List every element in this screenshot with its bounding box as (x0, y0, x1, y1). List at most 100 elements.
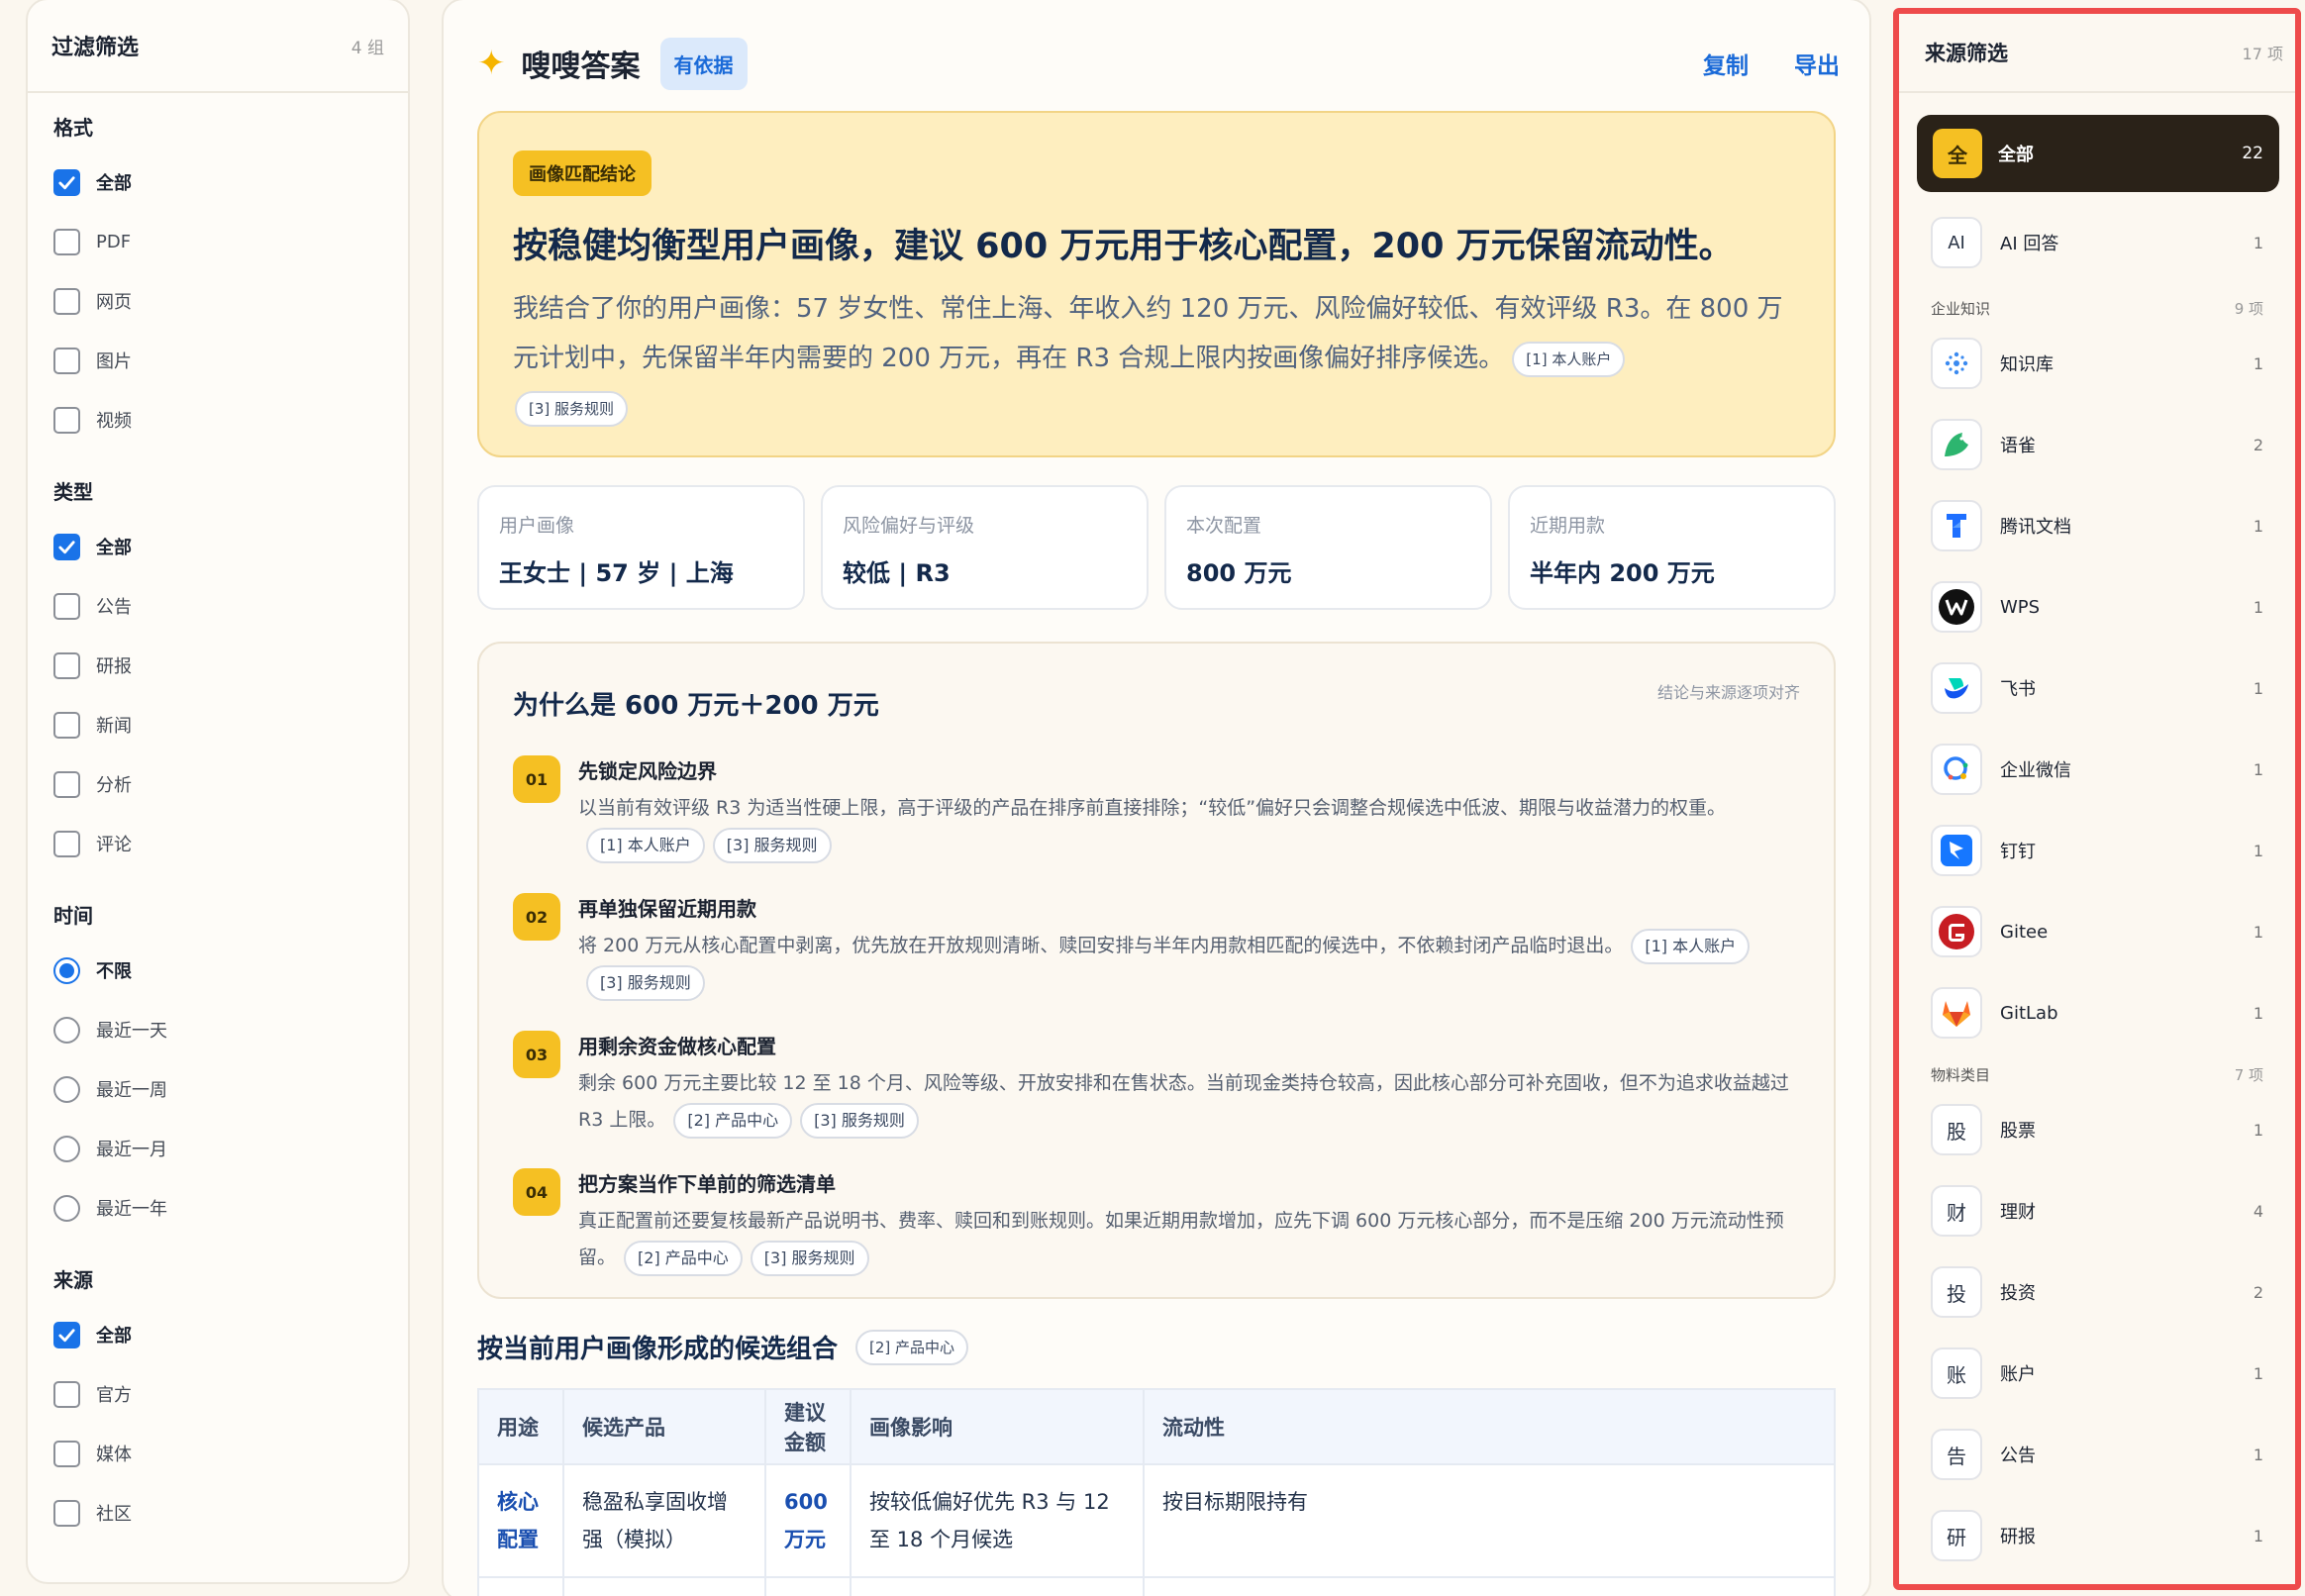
source-item[interactable]: 飞书 1 (1899, 648, 2295, 729)
checkbox[interactable] (53, 651, 80, 679)
source-item-all[interactable]: 全 全部 22 (1917, 115, 2279, 192)
source-item[interactable]: WPS 1 (1899, 566, 2295, 648)
checkbox[interactable] (53, 770, 80, 798)
citation-chip[interactable]: [3] 服务规则 (586, 964, 705, 1001)
filter-option[interactable]: 媒体 (53, 1424, 408, 1483)
reasoning-title: 为什么是 600 万元＋200 万元 (513, 691, 879, 721)
profile-card-value: 王女士 | 57 岁 | 上海 (499, 559, 734, 587)
radio-button[interactable] (53, 956, 80, 984)
source-item[interactable]: 投投资 2 (1899, 1251, 2295, 1333)
filter-option-label: 媒体 (96, 1445, 132, 1465)
source-item[interactable]: 股股票 1 (1899, 1089, 2295, 1170)
filter-option[interactable]: 不限 (53, 941, 408, 1000)
source-item[interactable]: 腾讯文档 1 (1899, 485, 2295, 566)
filter-option[interactable]: 全部 (53, 1305, 408, 1364)
filter-option[interactable]: 分析 (53, 754, 408, 814)
radio-button[interactable] (53, 1194, 80, 1222)
citation-chip[interactable]: [3] 服务规则 (515, 390, 629, 427)
source-item[interactable]: 钉钉 1 (1899, 810, 2295, 891)
filter-option[interactable]: 视频 (53, 390, 408, 449)
source-item[interactable]: 告公告 1 (1899, 1414, 2295, 1495)
radio-button[interactable] (53, 1016, 80, 1044)
step-body-text: 以当前有效评级 R3 为适当性硬上限，高于评级的产品在排序前直接排除；“较低”偏… (578, 797, 1727, 819)
checkbox[interactable] (53, 228, 80, 255)
filter-option[interactable]: 最近一天 (53, 1000, 408, 1059)
filter-group: 格式 全部 PDF 网页 图片 视频 (28, 109, 408, 449)
filter-option-label: 官方 (96, 1385, 132, 1406)
checkbox[interactable] (53, 168, 80, 196)
table-cell: 按较低偏好优先 R3 与 12 至 18 个月候选 (850, 1463, 1145, 1578)
source-item[interactable]: 企业微信 1 (1899, 729, 2295, 810)
source-item-ai[interactable]: AI AI 回答 1 (1899, 202, 2295, 283)
source-item-label: 股票 (2000, 1121, 2036, 1142)
allocation-card-value: 800 万元 (1186, 559, 1292, 587)
source-item[interactable]: 账账户 1 (1899, 1333, 2295, 1414)
export-button[interactable]: 导出 (1794, 47, 1840, 80)
source-item-label: GitLab (2000, 1002, 2058, 1024)
source-item-label: AI 回答 (2000, 234, 2059, 254)
filter-option[interactable]: 网页 (53, 271, 408, 331)
filter-option[interactable]: 研报 (53, 636, 408, 695)
checkbox[interactable] (53, 1440, 80, 1467)
checkbox[interactable] (53, 1499, 80, 1527)
source-panel-header: 来源筛选 17 项 (1899, 14, 2295, 93)
radio-button[interactable] (53, 1135, 80, 1162)
source-item[interactable]: 语雀 2 (1899, 404, 2295, 485)
citation-chip[interactable]: [1] 本人账户 (1512, 341, 1626, 377)
citation-chip[interactable]: [3] 服务规则 (800, 1102, 919, 1139)
filter-option[interactable]: 最近一周 (53, 1059, 408, 1119)
filter-option[interactable]: 全部 (53, 517, 408, 576)
checkbox[interactable] (53, 533, 80, 560)
checkbox[interactable] (53, 347, 80, 374)
citation-chip[interactable]: [3] 服务规则 (750, 1240, 869, 1276)
source-item[interactable]: 知识库 1 (1899, 323, 2295, 404)
source-item[interactable]: Gitee 1 (1899, 891, 2295, 972)
checkbox[interactable] (53, 287, 80, 315)
radio-button[interactable] (53, 1075, 80, 1103)
source-item-count: 1 (2253, 678, 2263, 698)
source-item[interactable]: 财理财 4 (1899, 1170, 2295, 1251)
wps-icon (1931, 581, 1982, 633)
filter-option-label: 最近一月 (96, 1140, 167, 1160)
filter-option[interactable]: 官方 (53, 1364, 408, 1424)
checkbox[interactable] (53, 1321, 80, 1348)
table-row: 核心配置 稳盈私享固收增强（模拟） 600 万元 按较低偏好优先 R3 与 12… (477, 1463, 1836, 1578)
filter-option[interactable]: 图片 (53, 331, 408, 390)
source-item-count: 1 (2253, 759, 2263, 779)
copy-button[interactable]: 复制 (1703, 47, 1749, 80)
filter-option-label: 最近一年 (96, 1199, 167, 1220)
citation-chip[interactable]: [3] 服务规则 (712, 827, 832, 863)
checkbox[interactable] (53, 830, 80, 857)
filter-group: 类型 全部 公告 研报 新闻 分析 评论 (28, 473, 408, 873)
filter-option[interactable]: PDF (53, 212, 408, 271)
source-item[interactable]: GitLab 1 (1899, 972, 2295, 1053)
checkbox[interactable] (53, 711, 80, 739)
citation-chip[interactable]: [2] 产品中心 (673, 1102, 793, 1139)
filter-option[interactable]: 最近一月 (53, 1119, 408, 1178)
filter-panel-title: 过滤筛选 (51, 36, 140, 60)
source-item-count: 1 (2253, 1363, 2263, 1383)
source-item-label: 语雀 (2000, 436, 2036, 456)
citation-chip[interactable]: [2] 产品中心 (855, 1329, 969, 1365)
filter-option[interactable]: 评论 (53, 814, 408, 873)
tencent-docs-icon (1931, 500, 1982, 551)
checkbox[interactable] (53, 1380, 80, 1408)
checkbox[interactable] (53, 592, 80, 620)
wecom-icon (1931, 744, 1982, 795)
filter-option[interactable]: 社区 (53, 1483, 408, 1543)
filter-option[interactable]: 全部 (53, 152, 408, 212)
source-item[interactable]: 研研报 1 (1899, 1495, 2295, 1576)
filter-option[interactable]: 最近一年 (53, 1178, 408, 1238)
risk-card: 风险偏好与评级 较低 | R3 (821, 485, 1149, 610)
category-icon: 账 (1931, 1347, 1982, 1399)
source-item-count: 1 (2253, 1445, 2263, 1464)
checkbox[interactable] (53, 406, 80, 434)
conclusion-body: 我结合了你的用户画像：57 岁女性、常住上海、年收入约 120 万元、风险偏好较… (513, 284, 1790, 433)
citation-chip[interactable]: [1] 本人账户 (586, 827, 705, 863)
citation-chip[interactable]: [1] 本人账户 (1631, 928, 1751, 964)
filter-option[interactable]: 新闻 (53, 695, 408, 754)
filter-option[interactable]: 公告 (53, 576, 408, 636)
citation-chip[interactable]: [2] 产品中心 (624, 1240, 743, 1276)
source-item-count: 1 (2253, 1003, 2263, 1023)
reasoning-step: 01 先锁定风险边界 以当前有效评级 R3 为适当性硬上限，高于评级的产品在排序前直… (513, 755, 1800, 863)
